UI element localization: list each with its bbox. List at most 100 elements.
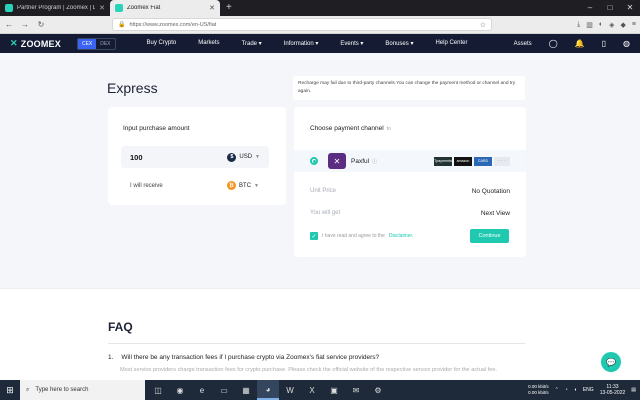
payment-method-badge: Tpayments (434, 156, 452, 166)
logo-mark-icon: ✕ (10, 38, 18, 48)
unit-price-label: Unit Price (310, 188, 337, 194)
volume-icon[interactable]: ◖ (574, 387, 577, 393)
chrome-icon[interactable]: ◉ (169, 380, 191, 400)
bookmark-star-icon[interactable]: ☆ (480, 21, 486, 29)
menu-bonuses[interactable]: Bonuses ▾ (374, 40, 424, 47)
mobile-app-icon[interactable]: ▯ (602, 39, 606, 48)
file-explorer-icon[interactable]: ▭ (213, 380, 235, 400)
user-icon[interactable]: ◯ (549, 39, 558, 48)
download-icon[interactable]: ⤓ (577, 21, 580, 29)
usd-icon: $ (227, 152, 237, 162)
search-icon: ⌕ (26, 386, 30, 393)
info-icon[interactable]: ⓘ (372, 158, 377, 165)
taskbar: ⊞ ⌕ Type here to search ◫ ◉ e ▭ ▦ ◕ W X … (0, 380, 640, 400)
lock-icon: 🔒 (118, 22, 126, 28)
you-get-label: You will get (310, 210, 341, 216)
clock[interactable]: 11:33 13-05-2022 (600, 384, 626, 396)
reload-icon[interactable]: ↻ (36, 20, 46, 29)
shield-icon[interactable]: ◈ (609, 21, 614, 29)
tab-title: Zoomex Fiat (127, 5, 161, 11)
url-text[interactable]: https://www.zoomex.com/en-US/fiat (129, 22, 475, 28)
address-bar[interactable]: 🔒 https://www.zoomex.com/en-US/fiat ☆ (112, 18, 492, 31)
receive-currency: BTC (239, 182, 252, 189)
settings-gear-icon[interactable]: ⚙ (367, 380, 389, 400)
globe-icon[interactable]: ◍ (623, 39, 630, 48)
faq-question[interactable]: 1. Will there be any transaction fees if… (108, 354, 379, 361)
close-tab-icon[interactable]: ✕ (209, 4, 215, 12)
pay-currency: USD (239, 154, 253, 160)
taskbar-apps: ◫ ◉ e ▭ ▦ ◕ W X ▣ ✉ ⚙ (147, 380, 389, 400)
maximize-icon[interactable]: □ (600, 0, 620, 16)
browser-tab-fiat[interactable]: Zoomex Fiat ✕ (110, 0, 220, 16)
excel-icon[interactable]: X (301, 380, 323, 400)
section-divider (0, 288, 640, 289)
store-icon[interactable]: ▦ (235, 380, 257, 400)
menu-markets[interactable]: Markets (187, 40, 230, 47)
bell-icon[interactable]: 🔔 (575, 39, 585, 48)
payment-methods: Tpayments amazon CARD · · · (434, 156, 510, 166)
close-window-icon[interactable]: ✕ (620, 0, 640, 16)
close-tab-icon[interactable]: ✕ (99, 4, 105, 12)
zoomex-favicon-icon (5, 4, 13, 12)
taskbar-search[interactable]: ⌕ Type here to search (20, 380, 145, 400)
amount-value[interactable]: 100 (130, 153, 143, 162)
zoomex-logo[interactable]: ✕ ZOOMEX (10, 38, 61, 49)
new-tab-button[interactable]: + (220, 0, 238, 16)
sync-icon[interactable]: ◐ (599, 21, 603, 29)
menu-trade[interactable]: Trade ▾ (231, 40, 273, 47)
payment-method-badge: CARD (474, 156, 492, 166)
chat-support-icon[interactable]: 💬 (601, 352, 621, 372)
back-icon[interactable]: ← (4, 20, 14, 29)
more-methods-button[interactable]: · · · (494, 156, 510, 166)
forward-icon[interactable]: → (20, 20, 30, 29)
recharge-notice: Recharge may fail due to third-party cha… (293, 76, 525, 100)
library-icon[interactable]: ▥ (586, 21, 593, 29)
wifi-icon[interactable]: ◔ (565, 387, 568, 393)
faq-divider (108, 343, 525, 344)
extension-icon[interactable]: ◆ (621, 21, 626, 29)
minimize-icon[interactable]: – (580, 0, 600, 16)
agree-checkbox[interactable]: ✓ (310, 232, 318, 240)
browser-tab-partner[interactable]: Partner Program | Zoomex | Lo ✕ (0, 0, 110, 16)
task-view-icon[interactable]: ◫ (147, 380, 169, 400)
pay-currency-select[interactable]: $ USD ▼ (227, 152, 260, 162)
menu-help-center[interactable]: Help Center (424, 40, 478, 47)
app-icon[interactable]: ▣ (323, 380, 345, 400)
you-get-row: You will get Next View (310, 210, 510, 217)
word-icon[interactable]: W (279, 380, 301, 400)
chevron-up-icon[interactable]: ⌃ (555, 387, 559, 393)
menu-information[interactable]: Information ▾ (273, 40, 330, 47)
firefox-icon[interactable]: ◕ (257, 380, 279, 400)
window-controls: – □ ✕ (580, 0, 640, 16)
agree-text: I have read and agree to the (322, 233, 385, 239)
amount-input[interactable]: 100 $ USD ▼ (121, 146, 269, 168)
payment-card: Choose payment channel to ✕ Paxful ⓘ Tpay… (294, 107, 526, 257)
receive-currency-select[interactable]: ₿ BTC ▼ (227, 181, 259, 190)
mail-icon[interactable]: ✉ (345, 380, 367, 400)
cex-dex-toggle[interactable]: CEX DEX (76, 37, 116, 50)
provider-radio[interactable] (310, 157, 318, 165)
windows-start-icon[interactable]: ⊞ (0, 385, 20, 396)
dex-option[interactable]: DEX (96, 39, 114, 49)
payment-method-badge: amazon (454, 156, 472, 166)
menu-icon[interactable]: ≡ (632, 21, 636, 29)
network-speed: 0.00 kbit/s 0.00 kbit/s (528, 384, 549, 396)
system-tray: 0.00 kbit/s 0.00 kbit/s ⌃ ◔ ◖ ENG 11:33 … (528, 384, 640, 396)
menu-buy-crypto[interactable]: Buy Crypto (136, 40, 188, 47)
provider-option-paxful[interactable]: ✕ Paxful ⓘ Tpayments amazon CARD · · · (294, 150, 526, 172)
browser-tab-strip: Partner Program | Zoomex | Lo ✕ Zoomex F… (0, 0, 640, 16)
faq-question-text[interactable]: Will there be any transaction fees if I … (121, 354, 379, 361)
notifications-icon[interactable]: ▤ (631, 387, 636, 393)
continue-button[interactable]: Continue (470, 229, 509, 243)
edge-icon[interactable]: e (191, 380, 213, 400)
cex-option[interactable]: CEX (77, 38, 97, 49)
disclaimer-link[interactable]: Disclaimer. (389, 233, 413, 239)
you-get-value: Next View (480, 210, 510, 217)
assets-link[interactable]: Assets (514, 41, 532, 47)
tab-title: Partner Program | Zoomex | Lo (17, 5, 96, 11)
caret-down-icon: ▼ (254, 182, 259, 189)
language[interactable]: ENG (583, 387, 594, 393)
menu-events[interactable]: Events ▾ (329, 40, 374, 47)
payment-title-sub: to (386, 126, 391, 132)
faq-answer: Most service providers charge transactio… (120, 367, 498, 373)
